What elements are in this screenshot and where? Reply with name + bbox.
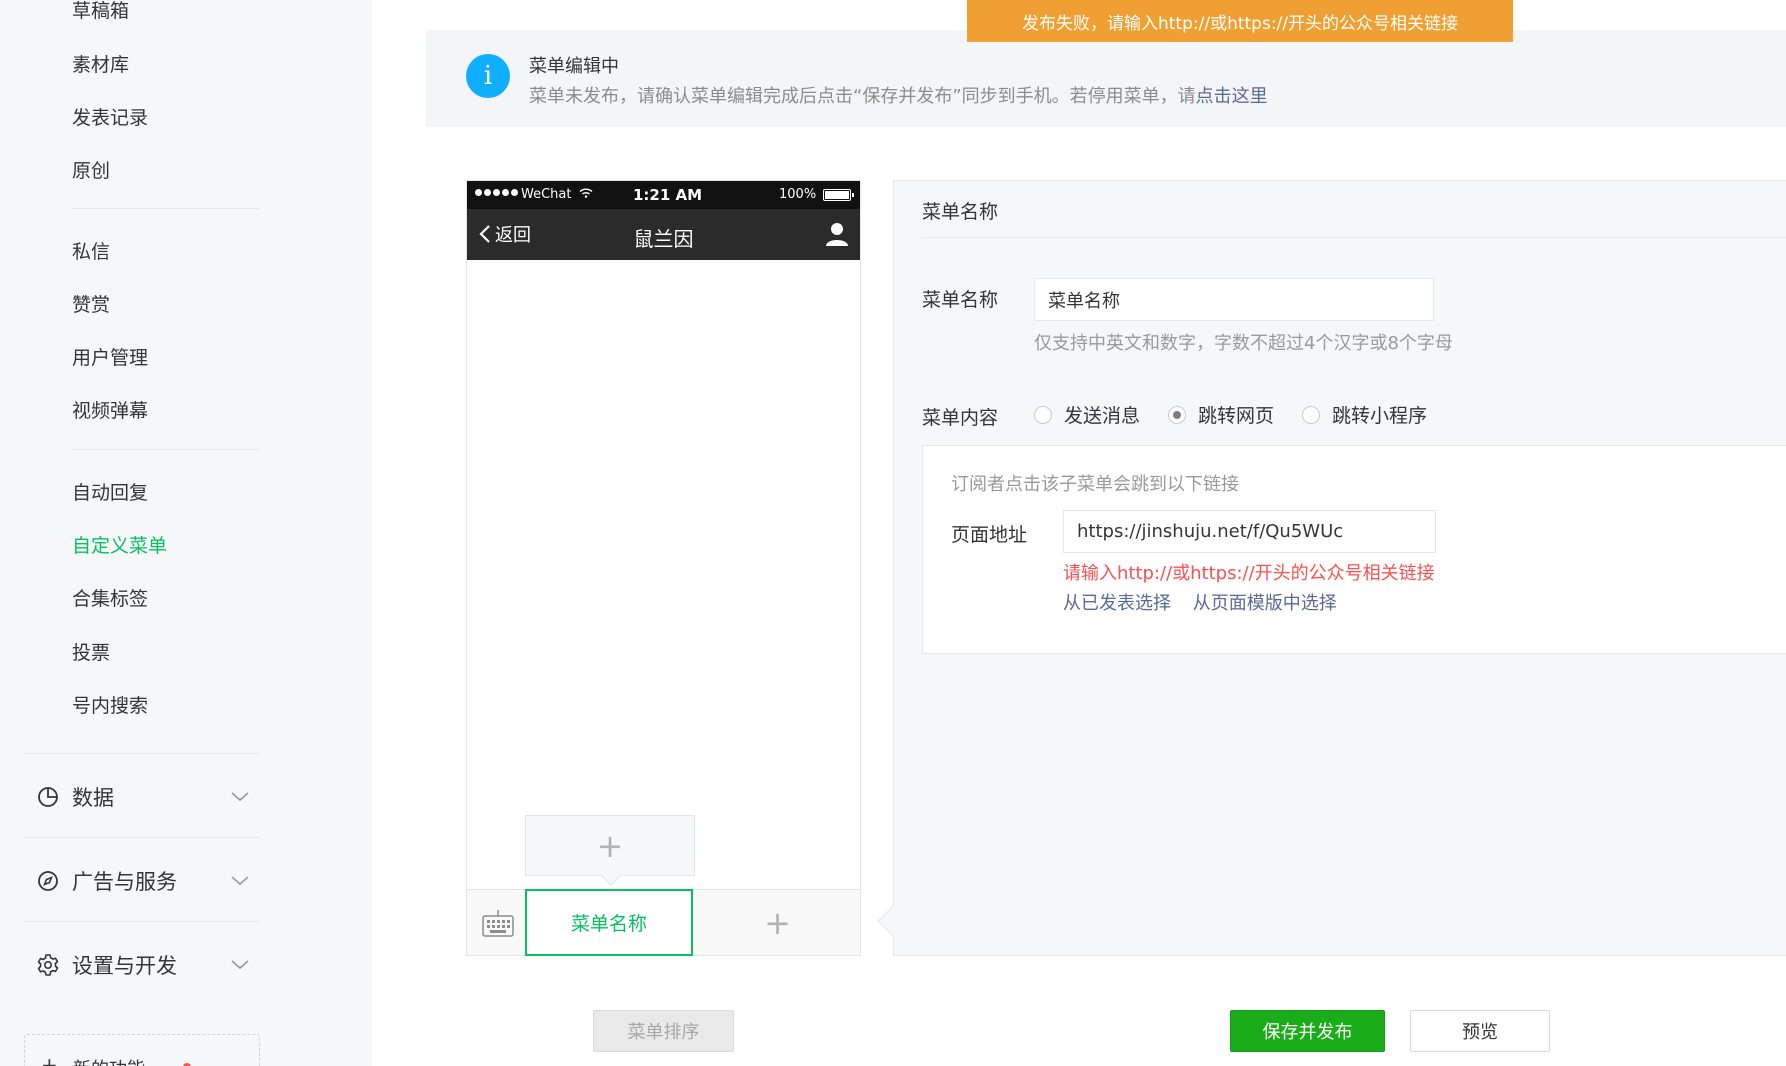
carrier-name: WeChat	[521, 187, 593, 202]
menu-tab-selected[interactable]: 菜单名称	[525, 889, 693, 956]
chevron-down-icon	[230, 955, 250, 975]
menu-name-label: 菜单名称	[922, 289, 999, 311]
sidebar-group-label: 数据	[72, 786, 114, 810]
webpage-content-box: 订阅者点击该子菜单会跳到以下链接 页面地址 https://jinshuju.n…	[922, 445, 1786, 654]
sidebar-group-ads-services[interactable]: 广告与服务	[24, 859, 260, 903]
phone-nav-bar: 返回 鼠兰因	[467, 209, 860, 260]
sidebar-item-appreciation[interactable]: 赞赏	[72, 290, 110, 317]
plus-icon: +	[596, 826, 624, 865]
radio-send-message[interactable]: 发送消息	[1034, 401, 1140, 428]
sidebar-group-data[interactable]: 数据	[24, 775, 260, 819]
page-url-label: 页面地址	[951, 524, 1028, 546]
webpage-desc: 订阅者点击该子菜单会跳到以下链接	[951, 474, 1239, 495]
chevron-down-icon	[230, 787, 250, 807]
choose-from-template-link[interactable]: 从页面模版中选择	[1193, 593, 1337, 614]
add-submenu-button[interactable]: +	[525, 815, 695, 886]
radio-jump-miniprogram[interactable]: 跳转小程序	[1302, 401, 1427, 428]
sidebar-divider	[24, 837, 260, 838]
phone-status-bar: WeChat 1:21 AM 100%	[467, 181, 860, 209]
url-error-message: 请输入http://或https://开头的公众号相关链接	[1063, 563, 1435, 584]
sidebar-item-messages[interactable]: 私信	[72, 237, 110, 264]
editor-divider	[922, 237, 1786, 238]
sidebar-item-user-management[interactable]: 用户管理	[72, 343, 148, 370]
wifi-icon	[579, 188, 593, 198]
compass-icon	[36, 869, 60, 893]
sidebar-item-in-account-search[interactable]: 号内搜索	[72, 691, 148, 718]
radio-circle	[1034, 405, 1052, 424]
battery-percent: 100%	[779, 187, 817, 202]
status-time: 1:21 AM	[633, 186, 703, 204]
battery-icon	[823, 189, 854, 201]
new-feature-entry[interactable]: + 新的功能	[24, 1034, 260, 1066]
chevron-down-icon	[230, 871, 250, 891]
sidebar-group-settings-dev[interactable]: 设置与开发	[24, 943, 260, 987]
notice-desc-text: 菜单未发布，请确认菜单编辑完成后点击“保存并发布”同步到手机。若停用菜单，请	[529, 86, 1196, 107]
phone-preview: WeChat 1:21 AM 100% 返回 鼠兰因 + 菜单名称 +	[466, 180, 861, 956]
sidebar: 草稿箱 素材库 发表记录 原创 私信 赞赏 用户管理 视频弹幕 自动回复 自定义…	[0, 0, 372, 1066]
notice-title: 菜单编辑中	[529, 56, 619, 77]
radio-label: 跳转小程序	[1332, 405, 1428, 427]
plus-icon: +	[41, 1053, 58, 1066]
user-profile-icon[interactable]	[824, 221, 850, 247]
panel-pointer	[877, 905, 909, 937]
sidebar-item-video-danmaku[interactable]: 视频弹幕	[72, 396, 148, 423]
submenu-caret	[601, 866, 621, 886]
carrier-text: WeChat	[521, 187, 572, 202]
sidebar-item-custom-menu[interactable]: 自定义菜单	[72, 531, 167, 558]
radio-circle	[1302, 405, 1321, 424]
sidebar-group-label: 设置与开发	[72, 954, 177, 978]
plus-icon: +	[764, 904, 791, 942]
info-icon: i	[466, 54, 510, 98]
radio-label: 发送消息	[1064, 405, 1141, 427]
sidebar-divider	[24, 753, 260, 754]
menu-name-hint: 仅支持中英文和数字，字数不超过4个汉字或8个字母	[1034, 333, 1453, 354]
signal-icon	[475, 189, 518, 196]
menu-editor-panel: 菜单名称 菜单名称 菜单名称 仅支持中英文和数字，字数不超过4个汉字或8个字母 …	[877, 180, 1786, 956]
notice-desc: 菜单未发布，请确认菜单编辑完成后点击“保存并发布”同步到手机。若停用菜单，请点击…	[529, 82, 1268, 108]
page-url-input[interactable]: https://jinshuju.net/f/Qu5WUc	[1063, 510, 1436, 553]
sidebar-item-original[interactable]: 原创	[72, 156, 110, 183]
menu-name-input[interactable]: 菜单名称	[1034, 278, 1434, 321]
sidebar-item-vote[interactable]: 投票	[72, 638, 110, 665]
menu-content-label: 菜单内容	[922, 407, 999, 429]
sidebar-item-collection-tags[interactable]: 合集标签	[72, 584, 148, 611]
editor-header: 菜单名称	[922, 201, 999, 223]
sidebar-item-drafts[interactable]: 草稿箱	[72, 0, 129, 23]
keyboard-icon[interactable]	[481, 908, 515, 938]
account-name: 鼠兰因	[633, 227, 694, 251]
preview-button[interactable]: 预览	[1410, 1010, 1550, 1052]
sidebar-divider	[72, 449, 260, 450]
sidebar-group-label: 广告与服务	[72, 870, 177, 894]
add-menu-button[interactable]: +	[695, 890, 860, 956]
error-toast: 发布失败，请输入http://或https://开头的公众号相关链接	[967, 0, 1513, 42]
menu-sort-button[interactable]: 菜单排序	[593, 1010, 734, 1052]
url-source-links: 从已发表选择 从页面模版中选择	[1063, 589, 1353, 615]
pie-chart-icon	[36, 785, 60, 809]
radio-circle	[1168, 405, 1187, 424]
phone-menu-bar: 菜单名称 +	[467, 889, 860, 956]
menu-editing-notice: i 菜单编辑中 菜单未发布，请确认菜单编辑完成后点击“保存并发布”同步到手机。若…	[426, 30, 1786, 127]
new-feature-label: 新的功能	[73, 1055, 145, 1066]
radio-jump-webpage[interactable]: 跳转网页	[1168, 401, 1274, 428]
disable-menu-link[interactable]: 点击这里	[1196, 86, 1268, 107]
sidebar-divider	[24, 921, 260, 922]
sidebar-item-materials[interactable]: 素材库	[72, 50, 129, 77]
save-and-publish-button[interactable]: 保存并发布	[1230, 1010, 1385, 1052]
sidebar-divider	[72, 208, 260, 209]
sidebar-item-publish-records[interactable]: 发表记录	[72, 103, 148, 130]
sidebar-item-auto-reply[interactable]: 自动回复	[72, 478, 148, 505]
menu-content-radio-group: 发送消息 跳转网页 跳转小程序	[1034, 401, 1455, 428]
radio-label: 跳转网页	[1198, 405, 1275, 427]
gear-icon	[36, 953, 60, 977]
choose-from-published-link[interactable]: 从已发表选择	[1063, 593, 1171, 614]
